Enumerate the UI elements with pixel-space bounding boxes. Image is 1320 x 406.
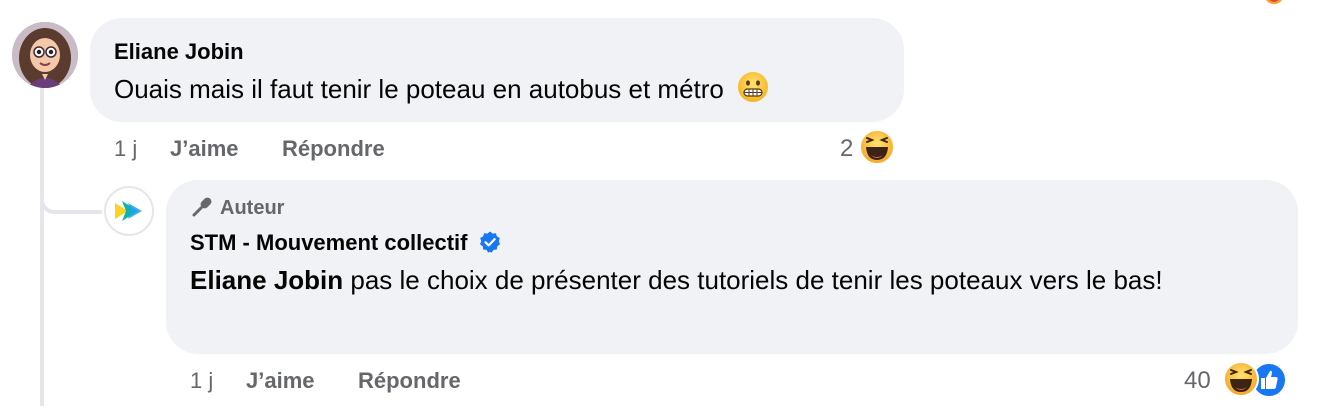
reply-author-name[interactable]: STM - Mouvement collectif [190,230,467,255]
author-badge: Auteur [190,195,284,220]
profile-illustration-icon [12,22,78,88]
reaction-count: 2 [840,135,854,162]
grimacing-face-icon [738,72,769,102]
comment-timestamp[interactable]: 1 j [114,136,137,162]
avatar-stm[interactable] [104,186,154,236]
microphone-icon [192,197,212,217]
haha-reaction-icon [859,129,895,165]
thread-connector [40,160,102,214]
comment-bubble: Eliane Jobin Ouais mais il faut tenir le… [90,18,904,122]
avatar-eliane-jobin[interactable] [12,22,78,88]
haha-reaction-icon [1266,0,1282,4]
reply-button[interactable]: Répondre [282,136,385,162]
reply-reply-button[interactable]: Répondre [358,368,461,394]
like-button[interactable]: J’aime [170,136,239,162]
reply-actions: 1 j J’aime Répondre [190,368,490,396]
reply-reaction-count: 40 [1184,367,1211,394]
reply-author: STM - Mouvement collectif [190,230,502,256]
comment-actions: 1 j J’aime Répondre [114,136,414,164]
reply-text: Eliane Jobin pas le choix de présenter d… [190,261,1280,299]
thread-line [40,88,44,406]
reply-reaction-summary[interactable]: 40 [1182,360,1294,400]
reply-like-button[interactable]: J’aime [246,368,315,394]
partial-reaction-icon [1262,0,1286,4]
reply-body: pas le choix de présenter des tutoriels … [343,265,1163,295]
author-badge-label: Auteur [220,197,285,219]
reaction-summary[interactable]: 2 [838,128,898,166]
comment-body: Ouais mais il faut tenir le poteau en au… [114,74,724,104]
stm-logo-icon [115,201,142,221]
verified-badge-icon [479,231,500,253]
mention-link[interactable]: Eliane Jobin [190,265,343,295]
comment-text: Ouais mais il faut tenir le poteau en au… [114,70,874,108]
comment-author[interactable]: Eliane Jobin [114,39,244,65]
haha-reaction-icon [1223,361,1259,397]
reply-timestamp[interactable]: 1 j [190,368,213,394]
